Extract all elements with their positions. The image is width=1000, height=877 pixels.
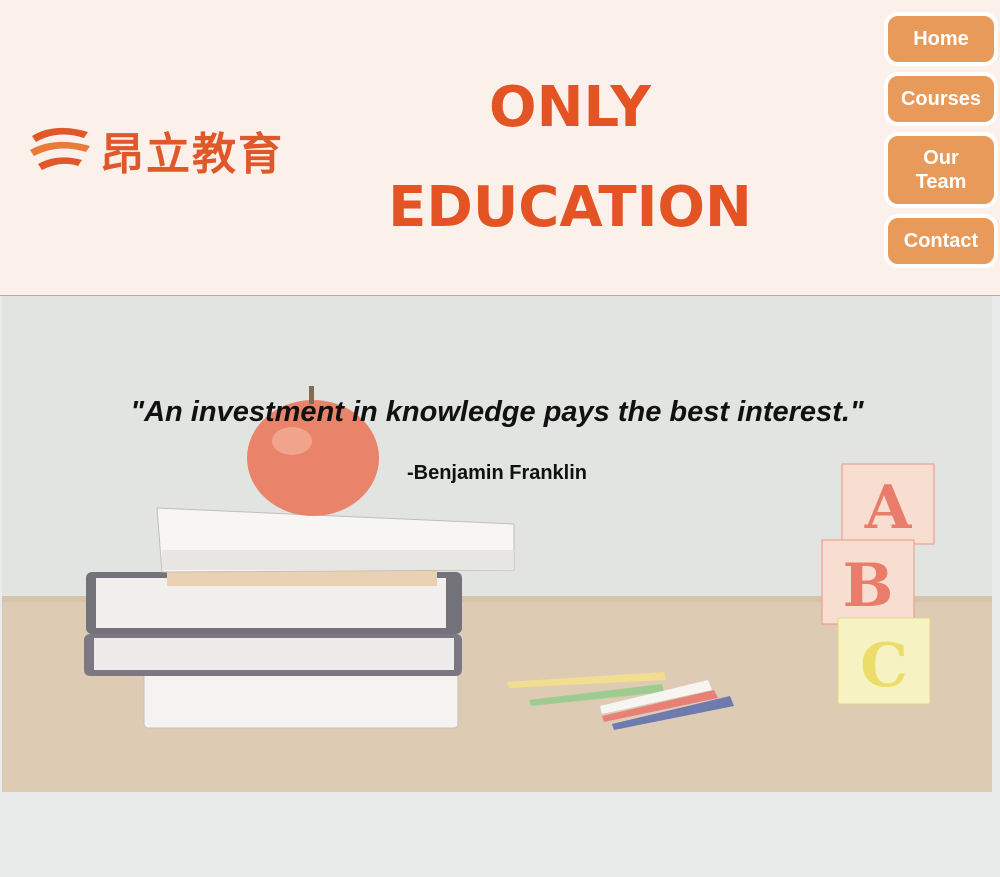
- logo-mark-icon: [30, 127, 90, 170]
- hero-illustration: A B C: [2, 296, 992, 792]
- logo[interactable]: 昂立教育: [28, 118, 296, 180]
- site-title-line2: EDUCATION: [388, 175, 752, 240]
- hero-banner: A B C "An investment in knowledge pays t…: [2, 296, 992, 792]
- site-title-line1: ONLY: [489, 75, 651, 140]
- nav-our-team-button[interactable]: Our Team: [884, 132, 998, 208]
- nav-home-button[interactable]: Home: [884, 12, 998, 66]
- site-title: ONLY EDUCATION: [360, 58, 780, 258]
- main-nav: Home Courses Our Team Contact: [884, 12, 1000, 274]
- site-header: 昂立教育 ONLY EDUCATION Home Courses Our Tea…: [0, 0, 1000, 296]
- nav-courses-button[interactable]: Courses: [884, 72, 998, 126]
- hero-quote-author: -Benjamin Franklin: [406, 462, 588, 484]
- hero-quote: "An investment in knowledge pays the bes…: [130, 396, 864, 428]
- nav-contact-button[interactable]: Contact: [884, 214, 998, 268]
- logo-text: 昂立教育: [100, 129, 284, 180]
